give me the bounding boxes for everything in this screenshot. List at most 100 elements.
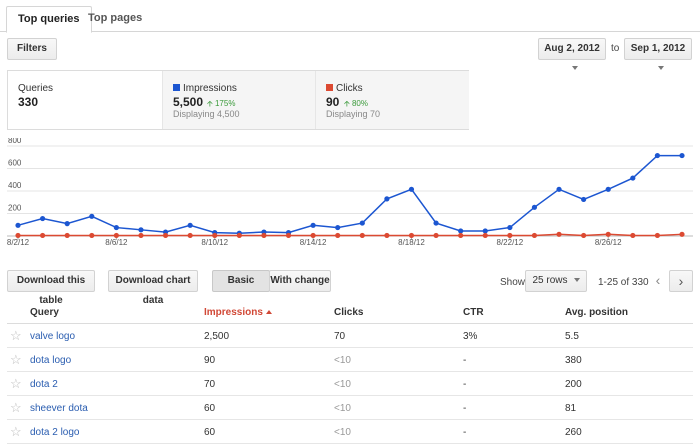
- pagination-info: 1-25 of 330: [598, 277, 649, 288]
- data-point-clicks: [15, 232, 21, 239]
- query-link[interactable]: dota 2 logo: [30, 427, 80, 438]
- avg-position-cell: 380: [565, 355, 582, 366]
- start-date-dropdown[interactable]: Aug 2, 2012: [538, 38, 606, 71]
- next-page-button[interactable]: ›: [669, 270, 693, 292]
- ctr-cell: -: [463, 379, 467, 390]
- avg-position-cell: 260: [565, 427, 582, 438]
- data-point-clicks: [261, 232, 267, 239]
- y-tick-label: 400: [8, 181, 22, 190]
- impressions-cell: 60: [204, 403, 216, 414]
- star-icon[interactable]: ☆: [10, 352, 22, 368]
- column-header-query[interactable]: Query: [30, 307, 59, 318]
- clicks-cell: <10: [334, 427, 351, 438]
- end-date-dropdown[interactable]: Sep 1, 2012: [624, 38, 692, 71]
- query-link[interactable]: valve logo: [30, 331, 75, 342]
- data-point-impressions: [15, 222, 21, 228]
- filters-button[interactable]: Filters: [7, 38, 57, 60]
- series-line-impressions: [17, 154, 682, 234]
- table-row: ☆ dota 2 logo 60 <10 - 260: [7, 420, 693, 444]
- column-header-impressions-label: Impressions: [204, 307, 263, 318]
- data-point-clicks: [482, 232, 488, 239]
- data-point-impressions: [630, 175, 636, 181]
- query-link[interactable]: dota logo: [30, 355, 71, 366]
- end-date-label: Sep 1, 2012: [630, 43, 686, 54]
- impressions-cell: 90: [204, 355, 216, 366]
- clicks-label: Clicks: [336, 83, 363, 94]
- data-point-clicks: [89, 232, 95, 239]
- download-table-button[interactable]: Download this table: [7, 270, 95, 306]
- avg-position-cell: 81: [565, 403, 577, 414]
- tab-top-pages[interactable]: Top pages: [77, 6, 153, 33]
- data-point-clicks: [408, 232, 415, 239]
- data-point-clicks: [630, 232, 636, 239]
- data-point-impressions: [89, 213, 95, 219]
- data-point-clicks: [359, 232, 365, 239]
- query-link[interactable]: sheever dota: [30, 403, 88, 414]
- impressions-label: Impressions: [183, 83, 237, 94]
- queries-stat[interactable]: Queries 330: [8, 71, 161, 129]
- data-point-clicks: [187, 232, 193, 239]
- clicks-cell: <10: [334, 403, 351, 414]
- table-row: ☆ valve logo 2,500 70 3% 5.5: [7, 324, 693, 348]
- x-tick-label: 8/2/12: [7, 238, 30, 247]
- data-point-impressions: [187, 222, 193, 228]
- sort-ascending-icon: [265, 310, 272, 314]
- impressions-stat[interactable]: Impressions 5,500 🡩 175% Displaying 4,50…: [162, 71, 315, 129]
- data-point-clicks: [605, 231, 611, 237]
- impressions-displaying: Displaying 4,500: [173, 109, 240, 119]
- impressions-change-value: 175%: [214, 99, 236, 108]
- star-icon[interactable]: ☆: [10, 328, 22, 344]
- ctr-cell: -: [463, 403, 467, 414]
- data-point-impressions: [482, 228, 488, 234]
- avg-position-cell: 200: [565, 379, 582, 390]
- data-point-impressions: [531, 204, 538, 210]
- star-icon[interactable]: ☆: [10, 400, 22, 416]
- data-point-clicks: [285, 232, 292, 239]
- data-point-clicks: [556, 231, 562, 237]
- with-change-view-button[interactable]: With change: [269, 270, 331, 292]
- data-point-impressions: [310, 222, 316, 228]
- clicks-label-wrap: Clicks: [326, 83, 363, 94]
- summary-panel: Queries 330 Impressions 5,500 🡩 175% Dis…: [7, 70, 469, 130]
- queries-table: Query Impressions Clicks CTR Avg. positi…: [7, 299, 693, 444]
- impressions-cell: 70: [204, 379, 216, 390]
- star-icon[interactable]: ☆: [10, 424, 22, 440]
- star-icon[interactable]: ☆: [10, 376, 22, 392]
- impressions-swatch: [173, 84, 180, 91]
- clicks-stat[interactable]: Clicks 90 🡩 80% Displaying 70: [315, 71, 469, 129]
- rows-per-page-select[interactable]: 25 rows: [525, 270, 587, 292]
- data-point-impressions: [64, 221, 70, 227]
- tab-bar: Top queries Top pages: [0, 0, 700, 33]
- x-tick-label: 8/6/12: [105, 238, 128, 247]
- chevron-down-icon: [572, 66, 578, 71]
- data-point-impressions: [359, 220, 365, 226]
- data-point-impressions: [335, 224, 341, 231]
- date-range-separator: to: [611, 43, 620, 54]
- data-point-clicks: [335, 232, 341, 239]
- column-header-ctr[interactable]: CTR: [463, 307, 484, 318]
- data-point-clicks: [581, 232, 587, 239]
- data-point-clicks: [310, 232, 316, 239]
- data-point-clicks: [433, 232, 439, 239]
- clicks-cell: 70: [334, 331, 346, 342]
- query-link[interactable]: dota 2: [30, 379, 58, 390]
- impressions-label-wrap: Impressions: [173, 83, 237, 94]
- data-point-impressions: [39, 215, 46, 222]
- prev-page-button[interactable]: ‹: [646, 270, 670, 292]
- performance-chart: 200 400 600 800 8/2/12 8/6/12 8/10/12 8/14/12 8/…: [0, 136, 700, 250]
- basic-view-button[interactable]: Basic: [212, 270, 270, 292]
- download-chart-button[interactable]: Download chart data: [108, 270, 198, 306]
- data-point-impressions: [138, 227, 144, 233]
- data-point-clicks: [679, 231, 685, 237]
- column-header-avg-position[interactable]: Avg. position: [565, 307, 628, 318]
- column-header-clicks[interactable]: Clicks: [334, 307, 363, 318]
- rows-per-page-value: 25 rows: [532, 275, 568, 286]
- column-header-impressions[interactable]: Impressions: [204, 307, 272, 318]
- table-row: ☆ sheever dota 60 <10 - 81: [7, 396, 693, 420]
- show-label: Show: [500, 277, 526, 288]
- y-tick-label: 800: [8, 138, 22, 145]
- data-point-impressions: [507, 224, 513, 231]
- queries-value: 330: [18, 95, 39, 109]
- avg-position-cell: 5.5: [565, 331, 579, 342]
- x-tick-label: 8/10/12: [201, 238, 228, 247]
